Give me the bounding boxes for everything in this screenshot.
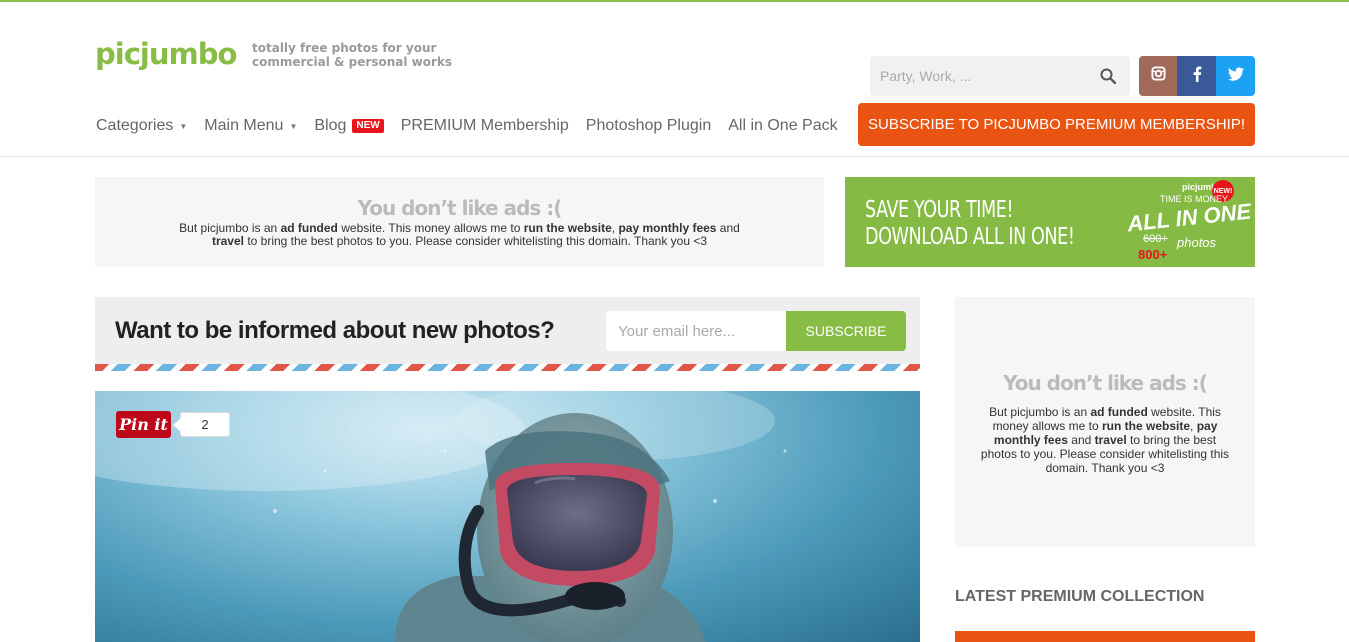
nav-main-menu-label: Main Menu <box>204 117 284 134</box>
banner-badge-count: 800+ <box>1138 247 1168 262</box>
sidebar-adblock-text-bold: ad funded <box>1090 405 1148 419</box>
sidebar-adblock-text-part: But picjumbo is an <box>989 405 1091 419</box>
banner-badge-old-count: 600+ <box>1143 233 1168 245</box>
adblock-title: You don’t like ads :( <box>357 196 563 220</box>
subscribe-premium-button[interactable]: SUBSCRIBE TO PICJUMBO PREMIUM MEMBERSHIP… <box>858 103 1255 146</box>
nav-photoshop-plugin[interactable]: Photoshop Plugin <box>586 117 711 135</box>
adblock-text-bold: travel <box>211 234 244 248</box>
sidebar-adblock-title: You don’t like ads :( <box>1003 371 1208 395</box>
newsletter-signup: Want to be informed about new photos? SU… <box>95 297 920 371</box>
sidebar-adblock-notice: You don’t like ads :( But picjumbo is an… <box>955 297 1255 547</box>
adblock-text: But picjumbo is an ad funded website. Th… <box>95 222 824 248</box>
adblock-text-bold: pay monthly fees <box>618 221 717 235</box>
adblock-text-part: to bring the best photos to you. Please … <box>243 234 708 248</box>
caret-down-icon: ▼ <box>289 121 298 131</box>
latest-premium-heading: LATEST PREMIUM COLLECTION <box>955 588 1205 605</box>
tagline-line-1: totally free photos for your <box>252 41 437 55</box>
nav-categories[interactable]: Categories ▼ <box>96 117 187 135</box>
header-divider <box>0 156 1349 157</box>
search-box <box>870 56 1130 96</box>
adblock-text-part: website. This money allows me to <box>337 221 524 235</box>
banner-badge-photos: photos <box>1177 235 1217 250</box>
pin-count: 2 <box>173 412 230 437</box>
tagline: totally free photos for your commercial … <box>252 41 452 69</box>
facebook-icon <box>1192 66 1202 87</box>
adblock-text-part: But picjumbo is an <box>179 221 281 235</box>
nav-categories-label: Categories <box>96 117 174 134</box>
sidebar-adblock-text: But picjumbo is an ad funded website. Th… <box>975 405 1235 475</box>
newsletter-title: Want to be informed about new photos? <box>115 317 555 344</box>
sidebar-adblock-text-part: and <box>1067 433 1095 447</box>
banner-headline-1: SAVE YOUR TIME! <box>865 197 1014 223</box>
nav-blog[interactable]: Blog NEW <box>314 117 384 135</box>
facebook-button[interactable] <box>1177 56 1216 96</box>
email-field[interactable] <box>606 311 786 351</box>
twitter-icon <box>1227 66 1244 86</box>
adblock-text-part: and <box>716 221 740 235</box>
adblock-text-bold: run the website <box>523 221 612 235</box>
featured-photo[interactable]: Pin it 2 <box>95 391 920 642</box>
nav-blog-label: Blog <box>314 117 347 134</box>
instagram-icon <box>1151 66 1166 86</box>
airmail-stripe <box>95 364 920 371</box>
nav-premium-membership[interactable]: PREMIUM Membership <box>401 117 569 135</box>
sidebar-adblock-text-part: , <box>1190 419 1197 433</box>
sidebar-adblock-text-bold: travel <box>1094 433 1127 447</box>
adblock-notice: You don’t like ads :( But picjumbo is an… <box>95 177 824 267</box>
main-nav: Categories ▼ Main Menu ▼ Blog NEW PREMIU… <box>96 117 855 135</box>
pin-it-button[interactable]: Pin it <box>116 411 171 438</box>
search-icon[interactable] <box>1100 68 1117 85</box>
caret-down-icon: ▼ <box>179 121 188 131</box>
sidebar-adblock-text-bold: run the website <box>1102 419 1191 433</box>
nav-main-menu[interactable]: Main Menu ▼ <box>204 117 297 135</box>
banner-badge-title: ALL IN ONE <box>1125 198 1253 237</box>
new-badge: NEW <box>352 119 384 133</box>
adblock-text-bold: ad funded <box>280 221 338 235</box>
search-input[interactable] <box>870 56 1090 96</box>
instagram-button[interactable] <box>1139 56 1178 96</box>
logo[interactable]: picjumbo <box>95 37 237 71</box>
nav-all-in-one-pack[interactable]: All in One Pack <box>728 117 837 135</box>
twitter-button[interactable] <box>1216 56 1255 96</box>
subscribe-button[interactable]: SUBSCRIBE <box>786 311 906 351</box>
top-accent-line <box>0 0 1349 2</box>
latest-premium-banner[interactable] <box>955 631 1255 642</box>
all-in-one-banner[interactable]: SAVE YOUR TIME! DOWNLOAD ALL IN ONE! pic… <box>845 177 1255 267</box>
tagline-line-2: commercial & personal works <box>252 55 453 69</box>
banner-headline-2: DOWNLOAD ALL IN ONE! <box>865 224 1075 250</box>
